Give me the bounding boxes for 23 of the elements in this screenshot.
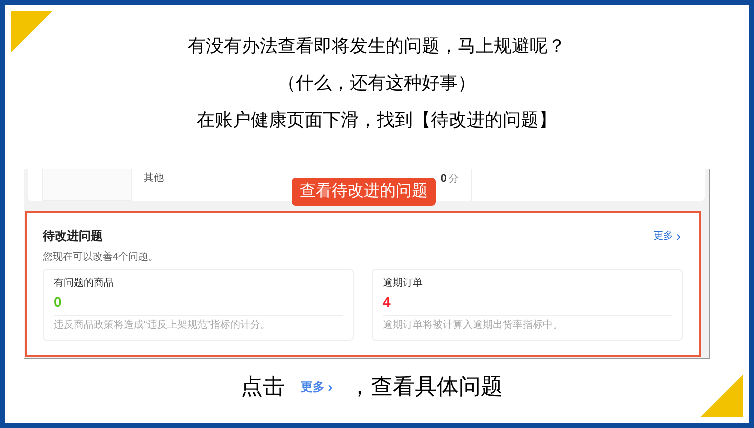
score-value: 0: [440, 172, 447, 187]
heading-line: （什么，还有这种好事）: [278, 72, 476, 95]
chevron-icon: ›: [328, 380, 333, 394]
heading-line: 在账户健康页面下滑，找到【待改进的问题】: [197, 109, 557, 132]
card-note: 违反商品政策将造成“违反上架规范”指标的计分。: [54, 320, 271, 332]
chevron-icon: ›: [676, 229, 681, 243]
card-label: 逾期订单: [383, 278, 424, 290]
corner-triangle-icon: [11, 11, 53, 53]
caption-text: 点击: [241, 373, 286, 401]
caption-text: ，查看具体问题: [348, 373, 503, 401]
card-value: 4: [383, 293, 391, 312]
card-label: 有问题的商品: [54, 278, 115, 290]
section-title: 待改进问题: [43, 228, 103, 245]
heading-line: 有没有办法查看即将发生的问题，马上规避呢？: [188, 35, 566, 58]
callout-label: 查看待改进的问题: [292, 178, 436, 206]
corner-triangle-icon: [701, 375, 743, 417]
score-unit: 分: [449, 173, 459, 187]
more-link[interactable]: 更多 ›: [301, 378, 333, 396]
card-note: 逾期订单将被计算入逾期出货率指标中。: [383, 320, 563, 332]
score-label: 其他: [144, 172, 164, 186]
card-value: 0: [54, 293, 62, 312]
more-link[interactable]: 更多 ›: [653, 228, 681, 244]
section-subtitle: 您现在可以改善4个问题。: [43, 250, 160, 265]
